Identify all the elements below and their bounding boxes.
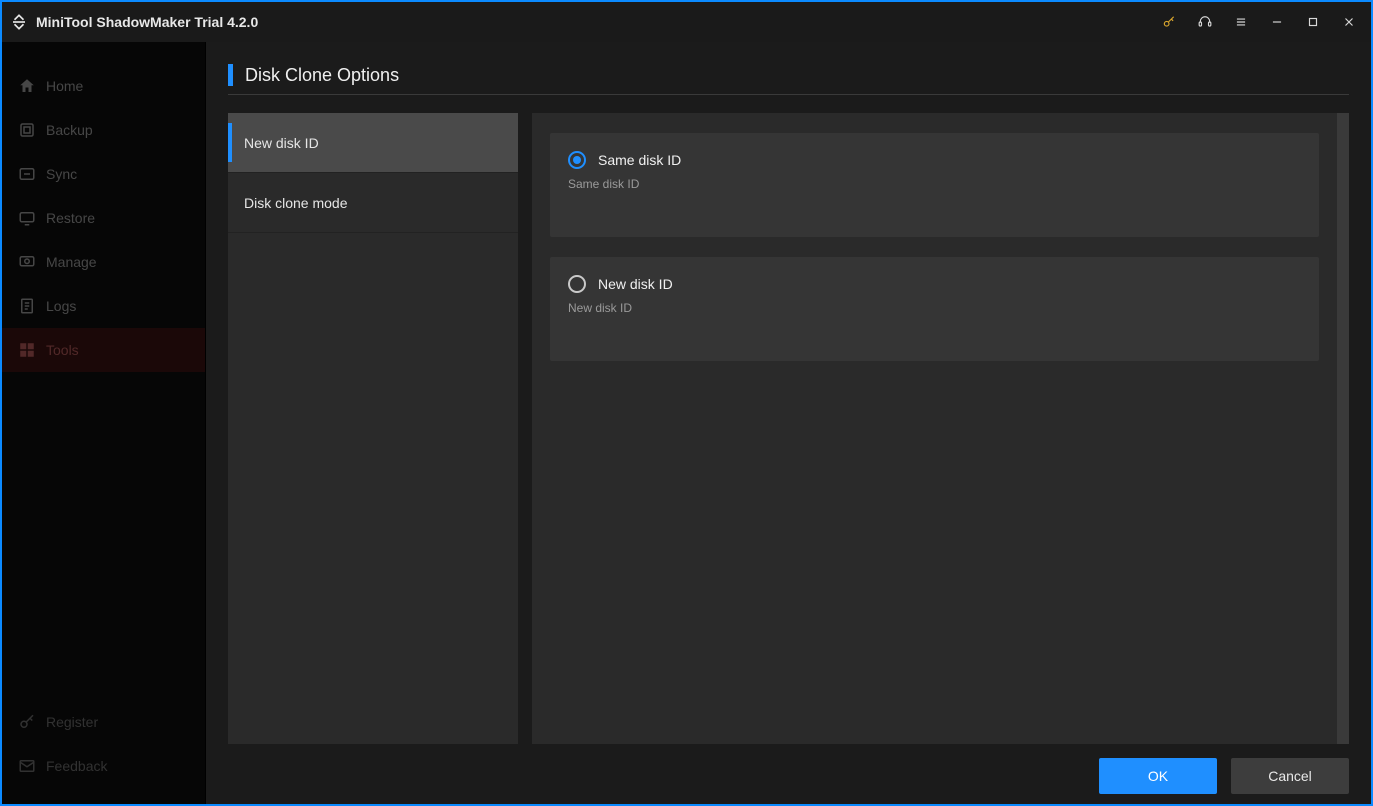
sidebar-item-label: Sync xyxy=(46,166,77,182)
options-panel: Same disk ID Same disk ID New disk ID Ne… xyxy=(532,113,1337,744)
sidebar-item-label: Home xyxy=(46,78,83,94)
minimize-button[interactable] xyxy=(1259,2,1295,42)
sidebar-item-manage[interactable]: Manage xyxy=(2,240,205,284)
category-disk-clone-mode[interactable]: Disk clone mode xyxy=(228,173,518,233)
key-icon xyxy=(16,711,38,733)
sidebar-item-backup[interactable]: Backup xyxy=(2,108,205,152)
menu-button[interactable] xyxy=(1223,2,1259,42)
option-title: New disk ID xyxy=(598,276,673,292)
tools-icon xyxy=(16,339,38,361)
home-icon xyxy=(16,75,38,97)
sidebar-item-label: Restore xyxy=(46,210,95,226)
option-desc: New disk ID xyxy=(568,301,1301,315)
sidebar: Home Backup Sync Restore xyxy=(2,42,206,804)
sidebar-item-label: Backup xyxy=(46,122,93,138)
logs-icon xyxy=(16,295,38,317)
sidebar-item-label: Register xyxy=(46,714,98,730)
category-list: New disk ID Disk clone mode xyxy=(228,113,518,744)
cancel-button[interactable]: Cancel xyxy=(1231,758,1349,794)
license-key-button[interactable] xyxy=(1151,2,1187,42)
ok-button[interactable]: OK xyxy=(1099,758,1217,794)
content-row: New disk ID Disk clone mode Same disk ID xyxy=(228,113,1349,744)
header-accent xyxy=(228,64,233,86)
sidebar-item-tools[interactable]: Tools xyxy=(2,328,205,372)
sidebar-item-restore[interactable]: Restore xyxy=(2,196,205,240)
restore-icon xyxy=(16,207,38,229)
scrollbar-gutter[interactable] xyxy=(1337,113,1349,744)
option-same-disk-id[interactable]: Same disk ID Same disk ID xyxy=(550,133,1319,237)
page-title: Disk Clone Options xyxy=(245,65,399,86)
sidebar-item-home[interactable]: Home xyxy=(2,64,205,108)
mail-icon xyxy=(16,755,38,777)
options-wrap: Same disk ID Same disk ID New disk ID Ne… xyxy=(532,113,1349,744)
main-panel: Disk Clone Options New disk ID Disk clon… xyxy=(206,42,1371,804)
backup-icon xyxy=(16,119,38,141)
page-header: Disk Clone Options xyxy=(228,64,1349,95)
button-label: OK xyxy=(1148,768,1168,784)
option-title: Same disk ID xyxy=(598,152,681,168)
button-label: Cancel xyxy=(1268,768,1312,784)
support-button[interactable] xyxy=(1187,2,1223,42)
sidebar-item-label: Tools xyxy=(46,342,79,358)
radio-icon[interactable] xyxy=(568,151,586,169)
category-label: Disk clone mode xyxy=(244,195,348,211)
sidebar-item-sync[interactable]: Sync xyxy=(2,152,205,196)
close-button[interactable] xyxy=(1331,2,1367,42)
maximize-button[interactable] xyxy=(1295,2,1331,42)
radio-icon[interactable] xyxy=(568,275,586,293)
app-body: Home Backup Sync Restore xyxy=(2,42,1371,804)
sidebar-item-register[interactable]: Register xyxy=(2,700,205,744)
manage-icon xyxy=(16,251,38,273)
sidebar-item-feedback[interactable]: Feedback xyxy=(2,744,205,788)
category-new-disk-id[interactable]: New disk ID xyxy=(228,113,518,173)
app-window: MiniTool ShadowMaker Trial 4.2.0 xyxy=(0,0,1373,806)
sync-icon xyxy=(16,163,38,185)
titlebar: MiniTool ShadowMaker Trial 4.2.0 xyxy=(2,2,1371,42)
sidebar-item-logs[interactable]: Logs xyxy=(2,284,205,328)
sidebar-item-label: Feedback xyxy=(46,758,107,774)
app-title: MiniTool ShadowMaker Trial 4.2.0 xyxy=(36,14,258,30)
option-desc: Same disk ID xyxy=(568,177,1301,191)
footer-buttons: OK Cancel xyxy=(228,744,1349,794)
sidebar-item-label: Manage xyxy=(46,254,97,270)
sidebar-item-label: Logs xyxy=(46,298,76,314)
app-logo-icon xyxy=(10,13,28,31)
option-new-disk-id[interactable]: New disk ID New disk ID xyxy=(550,257,1319,361)
category-label: New disk ID xyxy=(244,135,319,151)
